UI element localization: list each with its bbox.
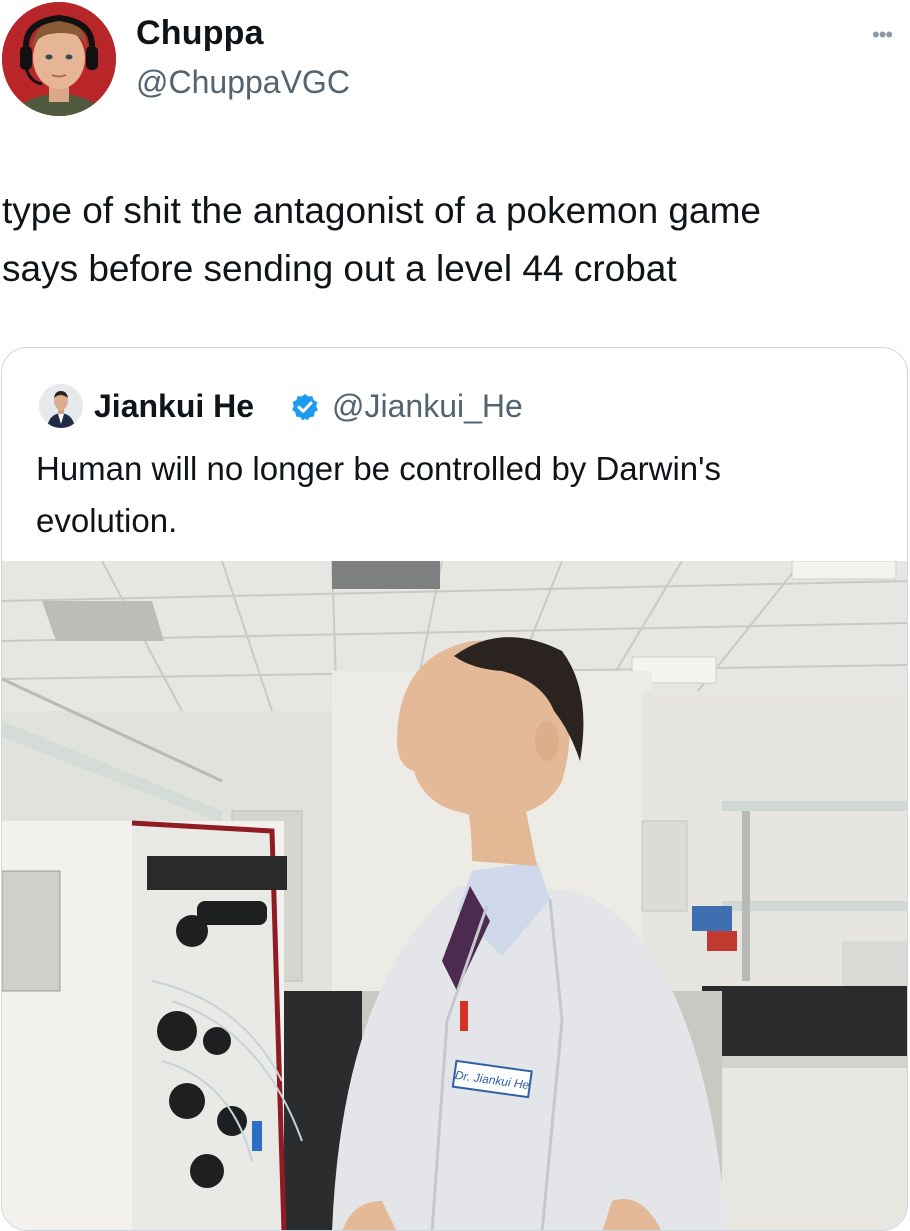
- quoted-author-display-name[interactable]: Jiankui He: [94, 388, 254, 425]
- author-avatar[interactable]: [2, 2, 116, 116]
- author-avatar-image: [2, 2, 116, 116]
- author-display-name[interactable]: Chuppa: [136, 14, 264, 53]
- quoted-author-avatar-image: [39, 384, 83, 428]
- verified-badge-icon: [292, 393, 318, 421]
- author-handle[interactable]: @ChuppaVGC: [136, 64, 350, 101]
- quoted-post-photo[interactable]: Dr. Jiankui He: [2, 561, 908, 1231]
- quoted-post-card[interactable]: Jiankui He @Jiankui_He Human will no lon…: [1, 347, 908, 1231]
- quoted-post-text: Human will no longer be controlled by Da…: [36, 450, 721, 539]
- post-text: type of shit the antagonist of a pokemon…: [2, 190, 761, 289]
- quoted-author-handle[interactable]: @Jiankui_He: [332, 388, 523, 425]
- quoted-author-avatar[interactable]: [39, 384, 83, 428]
- more-horizontal-icon[interactable]: •••: [872, 22, 893, 48]
- post-header: Chuppa @ChuppaVGC •••: [0, 0, 910, 130]
